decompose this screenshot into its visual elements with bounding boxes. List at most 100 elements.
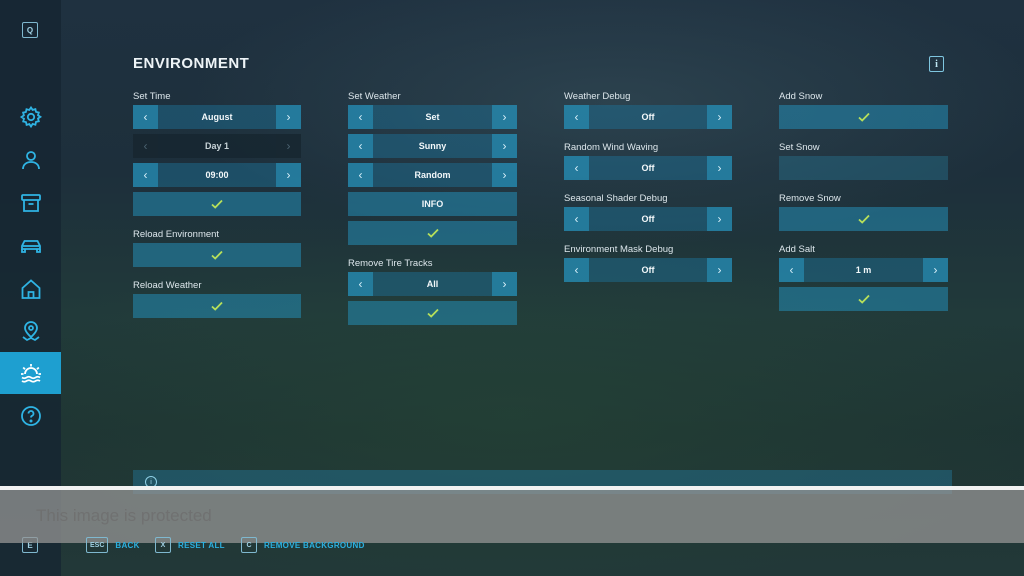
add-snow-button[interactable] [779,105,948,129]
nav-item-map[interactable] [0,310,61,352]
info-icon: i [935,58,938,70]
weather-type-prev-button[interactable]: ‹ [348,134,373,158]
time-next-button[interactable]: › [276,163,301,187]
page-title: ENVIRONMENT [133,55,250,72]
nav-item-vehicles[interactable] [0,225,61,267]
reset-all-action[interactable]: X RESET ALL [155,537,225,553]
reset-all-label: RESET ALL [178,540,225,550]
nav-item-help[interactable] [0,395,61,437]
chevron-left-icon: ‹ [143,110,148,124]
chevron-right-icon: › [286,110,291,124]
shader-next-button[interactable]: › [707,207,732,231]
sunrise-icon [20,364,41,383]
weather-debug-selector[interactable]: ‹ Off › [564,105,732,129]
weather-debug-next-button[interactable]: › [707,105,732,129]
chevron-right-icon: › [717,161,722,175]
weather-mode-prev-button[interactable]: ‹ [348,105,373,129]
remove-background-action[interactable]: C REMOVE BACKGROUND [241,537,365,553]
add-snow-label: Add Snow [779,91,823,102]
chevron-left-icon: ‹ [143,139,148,153]
shader-prev-button[interactable]: ‹ [564,207,589,231]
weather-type-selector[interactable]: ‹ Sunny › [348,134,517,158]
salt-value: 1 m [855,265,872,275]
reload-weather-label: Reload Weather [133,280,202,291]
nav-item-storage[interactable] [0,182,61,224]
chevron-right-icon: › [286,139,291,153]
x-key-hint: X [155,537,171,553]
tire-tracks-next-button[interactable]: › [492,272,517,296]
reload-weather-button[interactable] [133,294,301,318]
set-snow-field[interactable] [779,156,948,180]
weather-variation-next-button[interactable]: › [492,163,517,187]
chevron-right-icon: › [286,168,291,182]
nav-item-settings[interactable] [0,96,61,138]
remove-background-label: REMOVE BACKGROUND [264,540,365,550]
salt-amount-selector[interactable]: ‹ 1 m › [779,258,948,282]
home-icon [21,279,40,299]
info-button[interactable]: i [929,56,944,72]
back-action[interactable]: ESC BACK [86,537,140,553]
time-prev-button[interactable]: ‹ [133,163,158,187]
weather-type-next-button[interactable]: › [492,134,517,158]
set-time-apply-button[interactable] [133,192,301,216]
month-next-button[interactable]: › [276,105,301,129]
weather-variation-prev-button[interactable]: ‹ [348,163,373,187]
tire-tracks-prev-button[interactable]: ‹ [348,272,373,296]
nav-item-player[interactable] [0,139,61,181]
month-prev-button[interactable]: ‹ [133,105,158,129]
seasonal-shader-debug-selector[interactable]: ‹ Off › [564,207,732,231]
esc-key-hint: ESC [86,537,109,553]
set-weather-apply-button[interactable] [348,221,517,245]
add-salt-label: Add Salt [779,244,815,255]
chevron-left-icon: ‹ [574,110,579,124]
environment-mask-debug-selector[interactable]: ‹ Off › [564,258,732,282]
tire-tracks-selector[interactable]: ‹ All › [348,272,517,296]
day-selector[interactable]: ‹ Day 1 › [133,134,301,158]
weather-variation-selector[interactable]: ‹ Random › [348,163,517,187]
day-value: Day 1 [204,141,230,151]
tire-tracks-value: All [426,279,439,289]
nav-item-environment[interactable] [0,352,61,394]
remove-tire-tracks-button[interactable] [348,301,517,325]
back-label: BACK [115,540,140,550]
weather-debug-prev-button[interactable]: ‹ [564,105,589,129]
chevron-left-icon: ‹ [358,168,363,182]
salt-next-button[interactable]: › [923,258,948,282]
reload-environment-label: Reload Environment [133,229,220,240]
random-wind-waving-selector[interactable]: ‹ Off › [564,156,732,180]
wind-value: Off [641,163,655,173]
weather-type-value: Sunny [418,141,447,151]
day-prev-button[interactable]: ‹ [133,134,158,158]
month-value: August [201,112,233,122]
set-snow-label: Set Snow [779,142,820,153]
chevron-left-icon: ‹ [574,161,579,175]
weather-debug-value: Off [641,112,655,122]
time-selector[interactable]: ‹ 09:00 › [133,163,301,187]
weather-mode-selector[interactable]: ‹ Set › [348,105,517,129]
day-next-button[interactable]: › [276,134,301,158]
salt-prev-button[interactable]: ‹ [779,258,804,282]
set-weather-label: Set Weather [348,91,401,102]
add-salt-button[interactable] [779,287,948,311]
weather-mode-next-button[interactable]: › [492,105,517,129]
remove-snow-button[interactable] [779,207,948,231]
gear-icon [19,105,42,129]
mask-prev-button[interactable]: ‹ [564,258,589,282]
month-selector[interactable]: ‹ August › [133,105,301,129]
person-icon [21,151,40,170]
wind-prev-button[interactable]: ‹ [564,156,589,180]
weather-info-button[interactable]: INFO [348,192,517,216]
reload-environment-button[interactable] [133,243,301,267]
sidebar-top-key-hint[interactable]: Q [22,22,38,38]
mask-next-button[interactable]: › [707,258,732,282]
c-key-hint: C [241,537,257,553]
chevron-left-icon: ‹ [789,263,794,277]
wind-next-button[interactable]: › [707,156,732,180]
nav-item-farm[interactable] [0,268,61,310]
checkmark-icon [211,301,223,311]
mask-value: Off [641,265,655,275]
checkmark-icon [211,250,223,260]
remove-snow-label: Remove Snow [779,193,841,204]
watermark-overlay: This image is protected [0,490,1024,543]
chevron-left-icon: ‹ [574,212,579,226]
